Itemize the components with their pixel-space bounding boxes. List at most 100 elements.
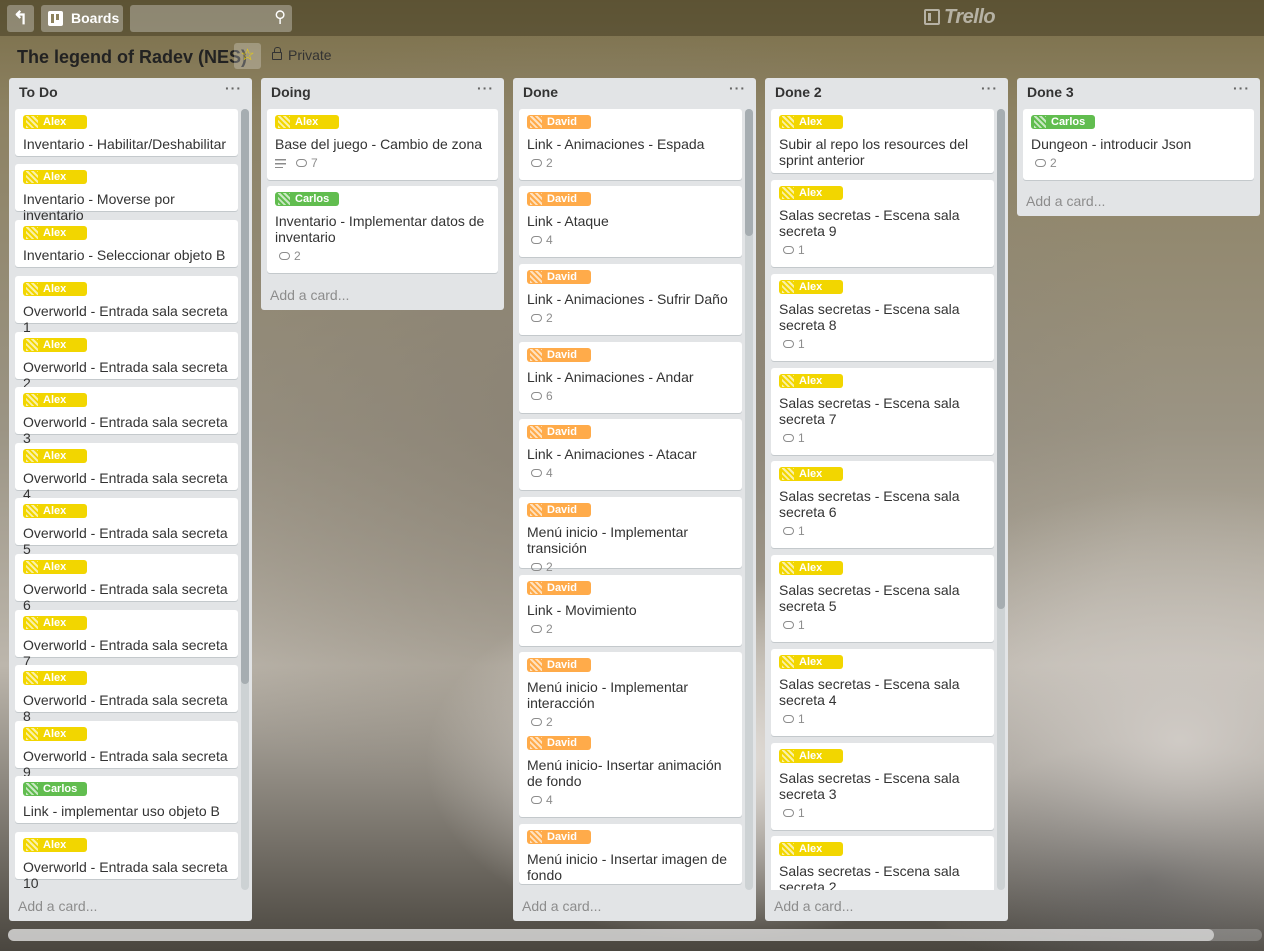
star-button[interactable]: ☆ bbox=[234, 43, 261, 69]
card[interactable]: Alex Salas secretas - Escena sala secreta… bbox=[771, 743, 994, 830]
list-done-3: Done 3 ··· Carlos Dungeon - introducir Json… bbox=[1017, 78, 1260, 216]
card-label: Alex bbox=[23, 449, 87, 463]
comment-icon bbox=[783, 527, 794, 535]
add-card-button[interactable]: Add a card... bbox=[18, 898, 97, 914]
comment-icon bbox=[296, 159, 307, 167]
card-label-text: Alex bbox=[43, 339, 67, 351]
card[interactable]: Alex Overworld - Entrada sala secreta 8 bbox=[15, 665, 238, 724]
search-icon[interactable]: ⚲ bbox=[274, 9, 286, 27]
card[interactable]: Alex Salas secretas - Escena sala secreta… bbox=[771, 274, 994, 361]
list-menu-icon[interactable]: ··· bbox=[1233, 80, 1250, 96]
card[interactable]: Carlos Link - implementar uso objeto B bbox=[15, 776, 238, 823]
card-title: Link - Animaciones - Sufrir Daño bbox=[527, 291, 728, 307]
card[interactable]: Alex Overworld - Entrada sala secreta 9 bbox=[15, 721, 238, 780]
list-header[interactable]: Done 2 ··· bbox=[765, 78, 1008, 106]
card[interactable]: David Link - Ataque 4 bbox=[519, 186, 742, 257]
card[interactable]: David Link - Animaciones - Atacar 4 bbox=[519, 419, 742, 490]
add-card-button[interactable]: Add a card... bbox=[1026, 193, 1105, 209]
comment-icon bbox=[783, 340, 794, 348]
list-title[interactable]: Doing bbox=[271, 84, 311, 100]
card[interactable]: Alex Base del juego - Cambio de zona 7 bbox=[267, 109, 498, 180]
card-badges: 7 bbox=[275, 156, 490, 170]
card[interactable]: David Link - Animaciones - Andar 6 bbox=[519, 342, 742, 413]
label-stripe-icon bbox=[26, 561, 38, 573]
list-scroll-thumb[interactable] bbox=[745, 109, 753, 236]
list-menu-icon[interactable]: ··· bbox=[225, 80, 242, 96]
trello-logo[interactable]: Trello bbox=[924, 6, 996, 29]
card[interactable]: Alex Inventario - Habilitar/Deshabilitar bbox=[15, 109, 238, 156]
card[interactable]: Carlos Inventario - Implementar datos de … bbox=[267, 186, 498, 273]
list-scroll-thumb[interactable] bbox=[997, 109, 1005, 609]
horizontal-scrollbar[interactable] bbox=[8, 929, 1262, 941]
list-menu-icon[interactable]: ··· bbox=[729, 80, 746, 96]
list-scrollbar[interactable] bbox=[997, 109, 1005, 890]
list-scrollbar[interactable] bbox=[241, 109, 249, 890]
card[interactable]: Alex Salas secretas - Escena sala secreta… bbox=[771, 461, 994, 548]
card[interactable]: David Menú inicio - Implementar transició… bbox=[519, 497, 742, 574]
card[interactable]: David Menú inicio- Insertar animación de … bbox=[519, 730, 742, 817]
card-badges: 2 bbox=[1031, 156, 1246, 170]
card-label-text: Carlos bbox=[43, 783, 78, 795]
add-card-button[interactable]: Add a card... bbox=[774, 898, 853, 914]
card[interactable]: Carlos Dungeon - introducir Json 2 bbox=[1023, 109, 1254, 180]
board-title[interactable]: The legend of Radev (NES) bbox=[17, 47, 247, 68]
list-title[interactable]: Done 3 bbox=[1027, 84, 1074, 100]
card-title: Inventario - Moverse por inventario bbox=[23, 191, 175, 223]
card[interactable]: David Link - Animaciones - Sufrir Daño 2 bbox=[519, 264, 742, 335]
label-stripe-icon bbox=[530, 504, 542, 516]
card[interactable]: Alex Subir al repo los resources del spri… bbox=[771, 109, 994, 173]
card-title: Link - Animaciones - Espada bbox=[527, 136, 705, 152]
horizontal-scroll-thumb[interactable] bbox=[8, 929, 1214, 941]
list-menu-icon[interactable]: ··· bbox=[981, 80, 998, 96]
add-card-button[interactable]: Add a card... bbox=[270, 287, 349, 303]
card[interactable]: Alex Salas secretas - Escena sala secreta… bbox=[771, 836, 994, 890]
label-stripe-icon bbox=[26, 171, 38, 183]
card[interactable]: Alex Overworld - Entrada sala secreta 3 bbox=[15, 387, 238, 446]
list-title[interactable]: Done bbox=[523, 84, 558, 100]
card[interactable]: David Menú inicio - Implementar interacci… bbox=[519, 652, 742, 739]
card[interactable]: Alex Salas secretas - Escena sala secreta… bbox=[771, 368, 994, 455]
card[interactable]: Alex Overworld - Entrada sala secreta 10 bbox=[15, 832, 238, 890]
card[interactable]: Alex Overworld - Entrada sala secreta 7 bbox=[15, 610, 238, 669]
list-scrollbar[interactable] bbox=[745, 109, 753, 890]
list-scroll-thumb[interactable] bbox=[241, 109, 249, 684]
label-stripe-icon bbox=[278, 116, 290, 128]
list-header[interactable]: To Do ··· bbox=[9, 78, 252, 106]
card-title: Overworld - Entrada sala secreta 5 bbox=[23, 525, 228, 557]
card[interactable]: David Link - Animaciones - Espada 2 bbox=[519, 109, 742, 180]
card[interactable]: Alex Salas secretas - Escena sala secreta… bbox=[771, 180, 994, 267]
visibility-button[interactable]: Private bbox=[272, 47, 332, 63]
card[interactable]: Alex Inventario - Seleccionar objeto B bbox=[15, 220, 238, 267]
card-list: Alex Base del juego - Cambio de zona 7 Carl… bbox=[267, 109, 498, 280]
list-title[interactable]: Done 2 bbox=[775, 84, 822, 100]
list-header[interactable]: Done ··· bbox=[513, 78, 756, 106]
label-stripe-icon bbox=[530, 426, 542, 438]
label-stripe-icon bbox=[26, 783, 38, 795]
card[interactable]: Alex Overworld - Entrada sala secreta 2 bbox=[15, 332, 238, 391]
list-doing: Doing ··· Alex Base del juego - Cambio de z… bbox=[261, 78, 504, 310]
card[interactable]: David Menú inicio - Insertar imagen de fo… bbox=[519, 824, 742, 884]
boards-button[interactable]: Boards bbox=[41, 5, 123, 32]
card[interactable]: Alex Salas secretas - Escena sala secreta… bbox=[771, 555, 994, 642]
label-stripe-icon bbox=[530, 582, 542, 594]
list-header[interactable]: Doing ··· bbox=[261, 78, 504, 106]
card[interactable]: Alex Overworld - Entrada sala secreta 5 bbox=[15, 498, 238, 557]
card[interactable]: David Link - Movimiento 2 bbox=[519, 575, 742, 646]
card-label: Alex bbox=[23, 393, 87, 407]
card-label: Alex bbox=[23, 727, 87, 741]
add-card-button[interactable]: Add a card... bbox=[522, 898, 601, 914]
card[interactable]: Alex Overworld - Entrada sala secreta 1 bbox=[15, 276, 238, 335]
card-label: David bbox=[527, 503, 591, 517]
card[interactable]: Alex Salas secretas - Escena sala secreta… bbox=[771, 649, 994, 736]
list-title[interactable]: To Do bbox=[19, 84, 58, 100]
list-header[interactable]: Done 3 ··· bbox=[1017, 78, 1260, 106]
card[interactable]: Alex Inventario - Moverse por inventario bbox=[15, 164, 238, 223]
search-input[interactable]: ⚲ bbox=[130, 5, 292, 32]
back-button[interactable]: ↰ bbox=[7, 5, 34, 32]
label-stripe-icon bbox=[782, 562, 794, 574]
list-menu-icon[interactable]: ··· bbox=[477, 80, 494, 96]
card[interactable]: Alex Overworld - Entrada sala secreta 6 bbox=[15, 554, 238, 613]
card-badges: 2 bbox=[527, 311, 734, 325]
card[interactable]: Alex Overworld - Entrada sala secreta 4 bbox=[15, 443, 238, 502]
comment-icon bbox=[783, 809, 794, 817]
